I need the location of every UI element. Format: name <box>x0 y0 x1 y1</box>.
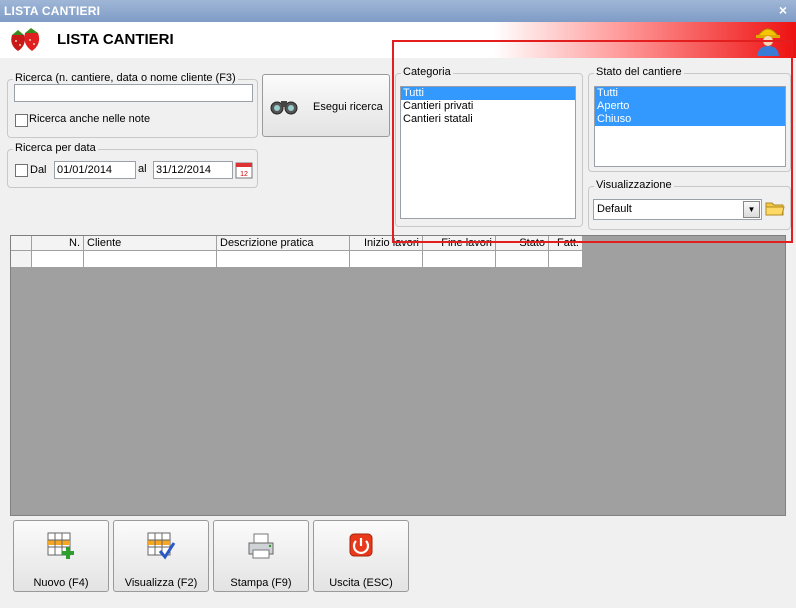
calendar-icon[interactable]: 12 <box>235 161 253 179</box>
list-item[interactable]: Tutti <box>401 87 575 100</box>
page-title: LISTA CANTIERI <box>57 31 174 48</box>
grid-add-icon <box>47 532 74 559</box>
power-icon <box>349 533 373 557</box>
list-item[interactable]: Tutti <box>595 87 785 100</box>
list-item[interactable]: Aperto <box>595 100 785 113</box>
uscita-button-label: Uscita (ESC) <box>329 577 393 589</box>
column-header[interactable]: Inizio lavori <box>350 236 423 251</box>
nuovo-button-label: Nuovo (F4) <box>33 577 89 589</box>
date-search-legend: Ricerca per data <box>13 142 98 154</box>
strawberries-icon <box>11 28 40 51</box>
column-header[interactable] <box>11 236 32 251</box>
stato-listbox[interactable]: Tutti Aperto Chiuso <box>594 86 786 167</box>
table-cell[interactable] <box>84 251 217 268</box>
column-header[interactable]: Cliente <box>84 236 217 251</box>
grid-check-icon <box>147 532 176 560</box>
stampa-button-label: Stampa (F9) <box>230 577 292 589</box>
search-group: Ricerca (n. cantiere, data o nome client… <box>7 72 258 138</box>
nuovo-button[interactable]: Nuovo (F4) <box>13 520 109 592</box>
close-icon[interactable]: × <box>779 2 787 18</box>
stato-legend: Stato del cantiere <box>594 66 684 78</box>
table-cell[interactable] <box>549 251 583 268</box>
visualizzazione-select[interactable]: Default ▼ <box>593 199 762 220</box>
worker-helmet-icon <box>756 28 780 56</box>
uscita-button[interactable]: Uscita (ESC) <box>313 520 409 592</box>
column-header[interactable]: Fatt. <box>549 236 583 251</box>
search-input[interactable] <box>14 84 253 102</box>
column-header[interactable]: N. <box>32 236 84 251</box>
date-from-field[interactable] <box>54 161 136 179</box>
column-header[interactable]: Descrizione pratica <box>217 236 350 251</box>
table-cell[interactable] <box>350 251 423 268</box>
notes-checkbox-label: Ricerca anche nelle note <box>29 113 151 125</box>
stato-group: Stato del cantiere Tutti Aperto Chiuso <box>588 66 791 172</box>
column-header[interactable]: Stato <box>496 236 549 251</box>
table-cell[interactable] <box>423 251 496 268</box>
stampa-button[interactable]: Stampa (F9) <box>213 520 309 592</box>
table-cell[interactable] <box>32 251 84 268</box>
printer-icon <box>248 533 274 559</box>
dal-label: Dal <box>30 164 47 176</box>
categoria-listbox[interactable]: Tutti Cantieri privati Cantieri statali <box>400 86 576 219</box>
list-item[interactable]: Chiuso <box>595 113 785 126</box>
folder-icon[interactable] <box>765 199 785 217</box>
date-to-field[interactable] <box>153 161 233 179</box>
table-cell[interactable] <box>217 251 350 268</box>
search-button-label: Esegui ricerca <box>313 101 383 113</box>
binoculars-icon <box>270 101 298 115</box>
window-title: LISTA CANTIERI <box>4 4 101 18</box>
visualizzazione-legend: Visualizzazione <box>594 179 674 191</box>
visualizzazione-value: Default <box>597 203 632 215</box>
window-titlebar: LISTA CANTIERI × <box>0 0 796 22</box>
svg-text:12: 12 <box>240 171 248 178</box>
categoria-group: Categoria Tutti Cantieri privati Cantier… <box>395 66 583 227</box>
header-banner: LISTA CANTIERI <box>0 22 796 58</box>
search-legend: Ricerca (n. cantiere, data o nome client… <box>13 72 238 84</box>
visualizza-button[interactable]: Visualizza (F2) <box>113 520 209 592</box>
visualizza-button-label: Visualizza (F2) <box>124 577 198 589</box>
list-item[interactable]: Cantieri privati <box>401 100 575 113</box>
categoria-legend: Categoria <box>401 66 453 78</box>
notes-checkbox[interactable] <box>15 114 28 127</box>
date-search-group: Ricerca per data Dal al 12 <box>7 142 258 188</box>
visualizzazione-group: Visualizzazione Default ▼ <box>588 179 791 230</box>
al-label: al <box>138 163 147 175</box>
cantieri-table[interactable]: N. Cliente Descrizione pratica Inizio la… <box>10 235 786 516</box>
column-header[interactable]: Fine lavori <box>423 236 496 251</box>
table-row-indicator[interactable] <box>11 251 32 268</box>
dal-checkbox[interactable] <box>15 164 28 177</box>
search-button[interactable]: Esegui ricerca <box>262 74 390 137</box>
table-cell[interactable] <box>496 251 549 268</box>
chevron-down-icon[interactable]: ▼ <box>743 201 760 218</box>
list-item[interactable]: Cantieri statali <box>401 113 575 126</box>
